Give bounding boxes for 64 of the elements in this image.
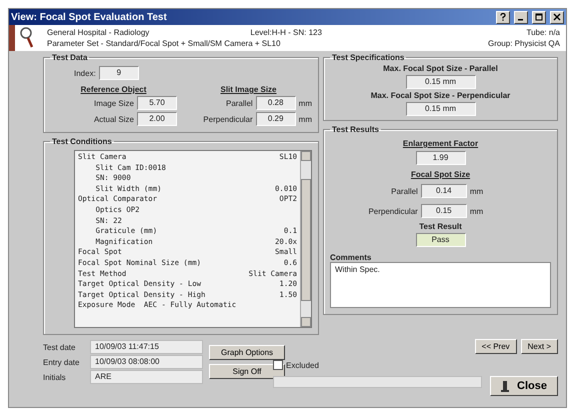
window-title: View: Focal Spot Evaluation Test [11,12,168,22]
conditions-list[interactable] [74,150,312,328]
spec-value: 0.15 mm [406,102,476,116]
help-icon [499,13,507,21]
unit-label: mm [298,98,312,108]
value-field: 0.15 [420,204,467,218]
group-text: Group: Physicist QA [488,39,560,48]
spec-label: Max. Focal Spot Size - Perpendicular [370,91,510,100]
facility-text: General Hospital - Radiology [47,28,150,37]
value-field: 0.14 [420,184,467,198]
value-field: 5.70 [137,96,177,110]
section-heading: Test Result [419,222,462,231]
maximize-icon [535,13,543,21]
scrollbar[interactable] [300,151,311,327]
field-label: Parallel [390,186,418,196]
value-field: ARE [90,370,203,384]
maximize-button[interactable] [532,10,546,24]
value-field: 2.00 [137,112,177,126]
field-label: Perpendicular [367,206,418,216]
pillar-icon [501,380,510,392]
field-label: Test date [43,342,76,352]
excluded-checkbox[interactable] [273,360,283,370]
panel-title: Test Conditions [51,137,113,146]
enlargement-field: 1.99 [416,151,466,165]
section-heading: Enlargement Factor [402,139,478,148]
sign-off-button[interactable]: Sign Off [209,364,285,379]
tube-text: Tube: n/a [526,28,560,37]
value-field: 0.28 [256,96,296,110]
checkbox-label: Excluded [286,360,319,370]
section-heading: Focal Spot Size [410,170,470,179]
value-field: 0.29 [256,112,296,126]
field-label: Index: [74,68,96,78]
result-field: Pass [416,233,466,247]
field-label: Image Size [94,98,134,108]
close-icon [553,13,561,21]
graph-options-button[interactable]: Graph Options [209,345,285,360]
field-label: Perpendicular [203,114,253,124]
help-button[interactable] [496,10,510,24]
unit-label: mm [470,206,484,216]
next-button[interactable]: Next > [520,339,558,354]
panel-title: Test Results [331,125,380,134]
section-heading: Reference Object [80,85,148,94]
prev-button[interactable]: << Prev [474,339,517,354]
comments-label: Comments [330,253,372,262]
minimize-button[interactable] [514,10,528,24]
close-button[interactable] [550,10,564,24]
value-field: 10/09/03 08:08:00 [90,355,203,369]
level-text: Level:H-H - SN: 123 [250,28,322,37]
comments-field[interactable]: Within Spec. [330,262,551,308]
field-label: Parallel [226,98,253,108]
unit-label: mm [470,186,484,196]
unit-label: mm [298,114,312,124]
close-button[interactable]: Close [490,376,558,396]
panel-title: Test Specifications [331,53,406,62]
panel-title: Test Data [51,53,88,62]
field-label: Actual Size [94,114,134,124]
value-field: 10/09/03 11:47:15 [90,340,203,354]
spec-label: Max. Focal Spot Size - Parallel [383,64,498,73]
field-label: Entry date [43,358,80,366]
parameter-set-text: Parameter Set - Standard/Focal Spot + Small/SM Camera + SL10 [47,39,282,48]
index-field: 9 [98,66,139,80]
spec-value: 0.15 mm [406,75,476,89]
field-label: Initials [43,372,67,382]
section-heading: Slit Image Size [219,85,278,94]
